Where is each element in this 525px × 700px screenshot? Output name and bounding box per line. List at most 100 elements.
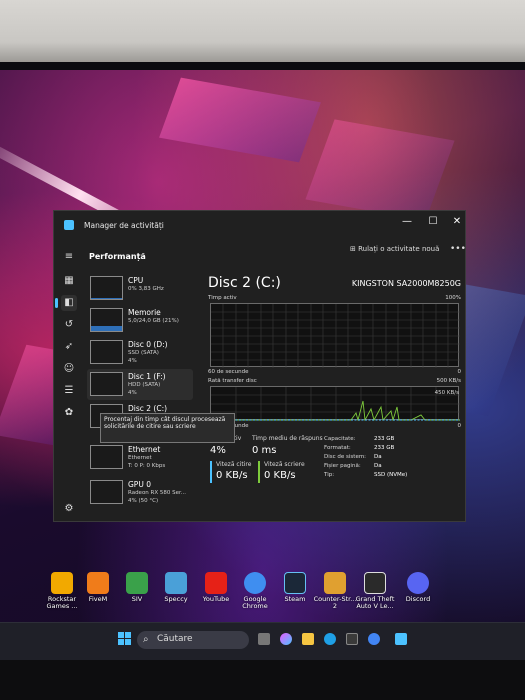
type-label: Tip: xyxy=(324,472,335,478)
response-time-value: 0 ms xyxy=(252,445,277,456)
graph1-xlabel: 60 de secunde xyxy=(208,369,249,375)
maximize-button[interactable]: ☐ xyxy=(426,215,440,229)
processes-icon[interactable]: ▦ xyxy=(61,273,77,289)
counter-strike-icon xyxy=(324,572,346,594)
services-icon[interactable]: ✿ xyxy=(61,405,77,421)
desktop-icon-steam[interactable]: Steam xyxy=(273,572,317,603)
resource-thumbnail xyxy=(90,480,123,504)
desktop-icon-chrome[interactable]: Google Chrome xyxy=(233,572,277,610)
youtube-icon xyxy=(205,572,227,594)
graph1-label: Timp activ xyxy=(208,295,237,301)
resource-thumbnail xyxy=(90,445,123,469)
capacity-value: 233 GB xyxy=(374,436,395,442)
details-icon[interactable]: ☰ xyxy=(61,383,77,399)
graph1-max: 100% xyxy=(445,295,461,301)
discord-icon xyxy=(407,572,429,594)
graph1-min: 0 xyxy=(457,369,462,375)
page-file-label: Fișier pagină: xyxy=(324,463,361,469)
resource-thumbnail xyxy=(90,276,123,300)
performance-icon[interactable]: ◧ xyxy=(55,295,77,311)
desktop-icon-youtube[interactable]: YouTube xyxy=(194,572,238,603)
page-file-value: Da xyxy=(374,463,382,469)
response-time-label: Timp mediu de răspuns xyxy=(252,435,323,442)
resource-ethernet[interactable]: Ethernet Ethernet T: 0 P: 0 Kbps xyxy=(87,442,193,473)
taskbar-search[interactable]: ⌕ Căutare xyxy=(137,631,249,649)
system-disk-value: Da xyxy=(374,454,382,460)
startup-apps-icon[interactable]: ➶ xyxy=(61,339,77,355)
nav-rail: ≡ ▦ ◧ ↺ ➶ ☺ ☰ ✿ ⚙ xyxy=(54,241,84,523)
search-icon: ⌕ xyxy=(143,634,149,645)
write-speed-color-bar xyxy=(258,461,260,483)
wallpaper-shard xyxy=(305,119,455,221)
read-speed-value: 0 KB/s xyxy=(216,470,248,481)
desktop-icon-gta[interactable]: Grand Theft Auto V Le... xyxy=(353,572,397,610)
graph2-min: 0 xyxy=(457,423,462,429)
resource-thumbnail xyxy=(90,372,123,396)
disk-model: KINGSTON SA2000M8250G xyxy=(351,279,461,288)
title-bar[interactable]: Manager de activități — ☐ ✕ xyxy=(54,211,467,241)
close-button[interactable]: ✕ xyxy=(450,215,464,229)
desktop-icon-fivem[interactable]: FiveM xyxy=(76,572,120,603)
tooltip: Procentaj din timp cât discul procesează… xyxy=(100,413,235,443)
desktop-icon-speccy[interactable]: Speccy xyxy=(154,572,198,603)
file-explorer-icon[interactable] xyxy=(302,633,314,645)
detail-panel: Disc 2 (C:) KINGSTON SA2000M8250G Timp a… xyxy=(208,273,463,521)
resource-disk-1[interactable]: Disc 1 (F:) HDD (SATA) 4% xyxy=(87,369,193,400)
resource-gpu-0[interactable]: GPU 0 Radeon RX 580 Ser... 4% (50 °C) xyxy=(87,477,193,508)
minimize-button[interactable]: — xyxy=(400,215,414,229)
transfer-rate-graph xyxy=(210,386,460,421)
system-disk-label: Disc de sistem: xyxy=(324,454,367,460)
gta-icon xyxy=(364,572,386,594)
copilot-icon[interactable] xyxy=(280,633,292,645)
formatted-value: 233 GB xyxy=(374,445,395,451)
graph2-label: Rată transfer disc xyxy=(208,378,257,384)
desktop-icon-siv[interactable]: SIV xyxy=(115,572,159,603)
task-manager-taskbar-icon[interactable] xyxy=(395,633,407,645)
task-view-icon[interactable] xyxy=(258,633,270,645)
type-value: SSD (NVMe) xyxy=(374,472,408,478)
run-task-icon: ⊞ xyxy=(350,245,359,253)
monitor-bezel xyxy=(0,0,525,70)
formatted-label: Formatat: xyxy=(324,445,351,451)
settings-gear-icon[interactable]: ⚙ xyxy=(61,501,77,517)
store-icon[interactable] xyxy=(346,633,358,645)
speccy-icon xyxy=(165,572,187,594)
windows-logo-icon xyxy=(118,632,124,638)
app-title: Manager de activități xyxy=(84,221,164,230)
desktop-icon-discord[interactable]: Discord xyxy=(396,572,440,603)
resource-thumbnail xyxy=(90,308,123,332)
start-button[interactable] xyxy=(118,632,132,646)
resource-cpu[interactable]: CPU 0% 3,83 GHz xyxy=(87,273,193,304)
capacity-label: Capacitate: xyxy=(324,436,356,442)
edge-icon[interactable] xyxy=(324,633,336,645)
resource-disk-0[interactable]: Disc 0 (D:) SSD (SATA) 4% xyxy=(87,337,193,368)
rockstar-icon xyxy=(51,572,73,594)
chrome-icon xyxy=(244,572,266,594)
wallpaper-shard xyxy=(159,77,321,163)
read-speed-label: Viteză citire xyxy=(216,461,252,468)
hamburger-menu-icon[interactable]: ≡ xyxy=(61,249,77,265)
graph2-mark: 450 KB/s xyxy=(434,390,459,396)
resource-thumbnail xyxy=(90,340,123,364)
users-icon[interactable]: ☺ xyxy=(61,361,77,377)
write-speed-label: Viteză scriere xyxy=(264,461,305,468)
graph2-max: 500 KB/s xyxy=(436,378,461,384)
search-placeholder: Căutare xyxy=(157,634,193,644)
steam-icon xyxy=(284,572,306,594)
chrome-taskbar-icon[interactable] xyxy=(368,633,380,645)
app-history-icon[interactable]: ↺ xyxy=(61,317,77,333)
task-manager-app-icon xyxy=(64,220,74,230)
transfer-rate-plot xyxy=(211,387,460,421)
active-time-value: 4% xyxy=(210,445,226,456)
disk-title: Disc 2 (C:) xyxy=(208,275,281,291)
desktop-icon-counter-strike[interactable]: Counter-Str... 2 xyxy=(313,572,357,610)
resource-memory[interactable]: Memorie 5,0/24,0 GB (21%) xyxy=(87,305,193,336)
desktop-icons: Rockstar Games ... FiveM SIV Speccy YouT… xyxy=(40,572,520,622)
more-options-button[interactable]: ••• xyxy=(450,244,466,254)
section-title: Performanță xyxy=(89,252,146,261)
active-time-graph xyxy=(210,303,460,368)
run-new-task-button[interactable]: ⊞ Rulați o activitate nouă xyxy=(350,245,439,253)
read-speed-color-bar xyxy=(210,461,212,483)
resource-list: CPU 0% 3,83 GHz Memorie 5,0/24,0 GB (21%… xyxy=(85,273,193,513)
write-speed-value: 0 KB/s xyxy=(264,470,296,481)
